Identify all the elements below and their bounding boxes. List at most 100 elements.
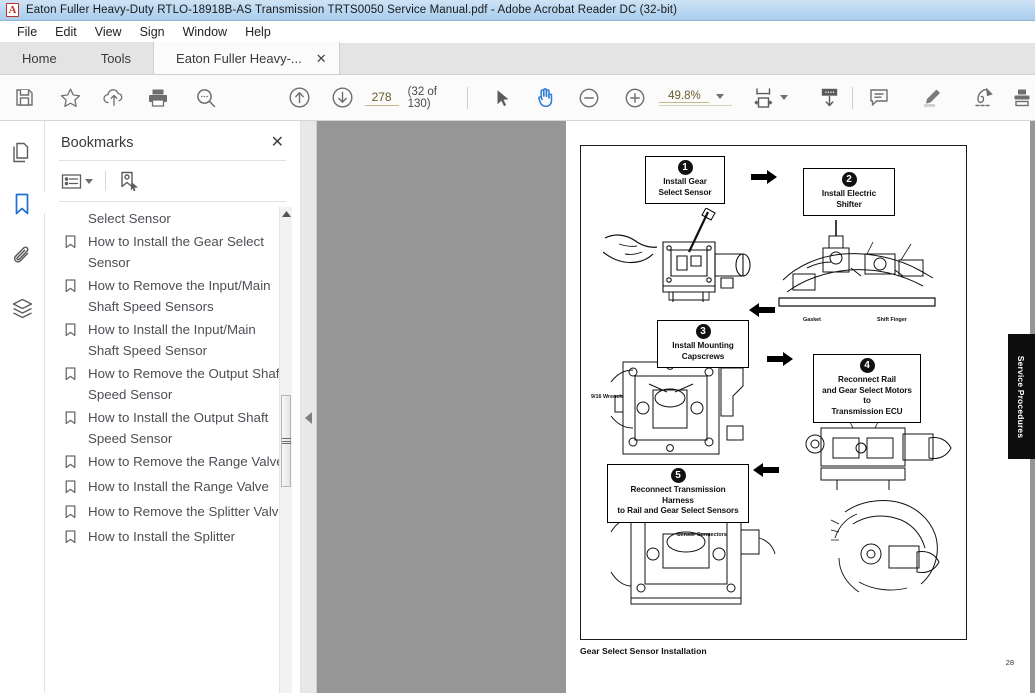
attachments-icon[interactable] [7,241,37,271]
callout-5: 5 Reconnect Transmission Harness to Rail … [607,464,749,523]
stamp-icon[interactable] [1009,75,1035,121]
scroll-mode-icon[interactable] [806,75,852,121]
bookmark-item[interactable]: Select Sensor [45,207,300,230]
bookmarks-icon[interactable] [7,189,45,219]
bookmark-icon [65,526,84,549]
bookmark-label: How to Remove the Splitter Valve [88,504,286,519]
previous-page-icon[interactable] [279,75,321,121]
bookmark-item[interactable]: How to Remove the Input/Main Shaft Speed… [45,274,300,318]
callout-text: Install Gear Select Sensor [658,177,712,197]
tab-tools[interactable]: Tools [78,42,154,74]
bookmark-icon [65,451,84,474]
menu-file[interactable]: File [8,21,46,43]
menu-help[interactable]: Help [236,21,280,43]
bookmark-item[interactable]: How to Install the Input/Main Shaft Spee… [45,318,300,362]
callout-number: 5 [670,468,686,483]
bookmark-item[interactable]: How to Install the Output Shaft Speed Se… [45,406,300,450]
layers-icon[interactable] [7,293,37,323]
callout-number: 4 [859,358,875,373]
tab-bar: Home Tools Eaton Fuller Heavy-... ✕ [0,42,1035,75]
scrollbar-thumb[interactable] [281,395,291,487]
page-thumbnails-icon[interactable] [7,137,37,167]
menu-edit[interactable]: Edit [46,21,86,43]
bookmark-icon [65,363,84,386]
bookmark-label: How to Install the Gear Select Sensor [88,234,264,270]
document-viewport[interactable]: Electric Shifter Gasket Shift Finger [317,121,1035,693]
callout-text: Install Mounting Capscrews [672,341,734,361]
acrobat-icon [6,3,19,18]
bookmark-icon [65,407,84,430]
callout-4: 4 Reconnect Rail and Gear Select Motors t… [813,354,921,423]
page-number-input[interactable] [364,89,399,106]
fit-page-chevron-icon[interactable] [780,95,788,100]
zoom-level-input[interactable] [659,89,710,103]
tab-document[interactable]: Eaton Fuller Heavy-... ✕ [153,42,340,74]
bookmark-item[interactable]: How to Remove the Range Valve [45,450,300,475]
chevron-down-icon[interactable] [716,93,725,99]
sign-pen-icon[interactable] [957,75,1009,121]
part-label-gasket: Gasket [803,317,821,323]
menu-sign[interactable]: Sign [131,21,174,43]
navigation-rail [0,121,45,693]
divider [105,171,106,191]
chevron-down-icon[interactable] [85,178,93,184]
scroll-up-arrow-icon[interactable] [280,207,292,221]
cursor-arrow-icon[interactable] [483,75,523,121]
bookmark-icon [65,231,84,254]
search-icon[interactable] [180,75,232,121]
bookmarks-panel: Bookmarks ✕ Select Sensor How to Install… [45,121,301,693]
bookmarks-scrollbar[interactable] [279,207,292,693]
comment-icon[interactable] [853,75,905,121]
zoom-in-icon[interactable] [611,75,659,121]
artwork-sensor-detail [829,494,955,606]
pdf-page-number: 28 [1005,658,1014,667]
page-count-label: (32 of 130) [407,85,438,110]
bookmark-label: How to Install the Range Valve [88,479,269,494]
bookmarks-header: Bookmarks ✕ [45,121,300,160]
menu-window[interactable]: Window [174,21,236,43]
callout-number: 1 [677,160,693,175]
flow-arrow-2 [749,303,775,321]
bookmark-item[interactable]: How to Install the Gear Select Sensor [45,230,300,274]
bookmarks-toolbar [45,161,300,201]
bookmark-label: How to Install the Output Shaft Speed Se… [88,410,269,446]
flow-arrow-1 [751,170,777,188]
callout-1: 1 Install Gear Select Sensor [645,156,725,204]
bookmark-icon [65,476,84,499]
bookmark-item[interactable]: How to Install the Splitter [45,525,300,550]
flow-arrow-3 [767,352,793,370]
callout-text: Install Electric Shifter [821,189,877,209]
upload-cloud-icon[interactable] [92,75,136,121]
panel-splitter[interactable] [301,121,317,693]
zoom-control[interactable] [659,89,733,106]
list-options-icon[interactable] [61,173,93,190]
fit-page-icon[interactable] [746,75,780,121]
close-icon[interactable]: ✕ [271,135,284,151]
hand-icon[interactable] [523,75,567,121]
bookmark-item[interactable]: How to Remove the Splitter Valve [45,500,300,525]
next-page-icon[interactable] [321,75,365,121]
callout-number: 2 [841,172,857,187]
callout-3: 3 Install Mounting Capscrews [657,320,749,368]
close-icon[interactable]: ✕ [316,52,327,65]
bookmarks-list[interactable]: Select Sensor How to Install the Gear Sel… [45,202,300,693]
print-icon[interactable] [136,75,180,121]
bookmark-label: How to Remove the Input/Main Shaft Speed… [88,278,271,314]
save-icon[interactable] [0,75,48,121]
zoom-out-icon[interactable] [567,75,611,121]
bookmark-item[interactable]: How to Install the Range Valve [45,475,300,500]
star-icon[interactable] [48,75,92,121]
menu-bar: File Edit View Sign Window Help [0,21,1035,43]
bookmark-item[interactable]: How to Remove the Output Shaft Speed Sen… [45,362,300,406]
figure-frame: Electric Shifter Gasket Shift Finger [580,145,967,640]
artwork-gear-select-sensor [603,208,771,304]
tab-home[interactable]: Home [0,42,79,74]
highlighter-icon[interactable] [905,75,957,121]
toolbar-divider [467,86,469,109]
bookmark-label: How to Remove the Range Valve [88,454,284,469]
collapse-panel-arrow-icon[interactable] [305,412,312,424]
toolbar: (32 of 130) [0,75,1035,121]
menu-view[interactable]: View [86,21,131,43]
callout-text: Reconnect Rail and Gear Select Motors to T… [822,375,912,416]
new-bookmark-icon[interactable] [118,170,140,192]
